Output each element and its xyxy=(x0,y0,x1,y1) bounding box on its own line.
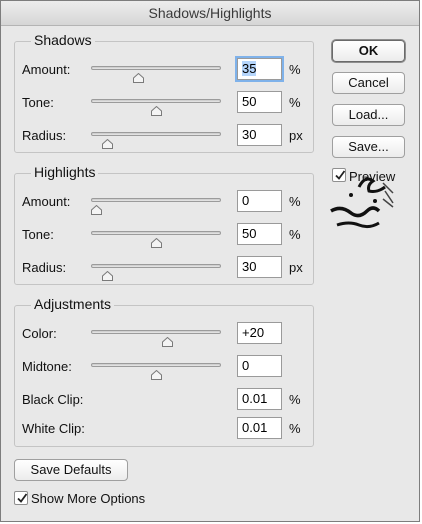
midtone-slider-thumb[interactable] xyxy=(150,367,162,380)
slider-thumb-icon xyxy=(91,204,102,215)
color-slider-thumb[interactable] xyxy=(162,334,174,347)
highlights-tone-field[interactable]: 50 xyxy=(237,223,282,245)
shadows-radius-field[interactable]: 30 xyxy=(237,124,282,146)
highlights-amount-slider-thumb[interactable] xyxy=(91,202,102,215)
slider-thumb-icon xyxy=(150,105,162,116)
save-button[interactable]: Save... xyxy=(332,136,405,158)
ok-button[interactable]: OK xyxy=(332,40,405,62)
shadows-amount-slider-thumb[interactable] xyxy=(132,70,144,83)
slider-thumb-icon xyxy=(132,72,144,83)
color-field[interactable]: +20 xyxy=(237,322,282,344)
shadows-radius-slider-thumb[interactable] xyxy=(101,136,113,149)
highlights-amount-slider-track[interactable] xyxy=(91,198,221,202)
black-clip-label: Black Clip: xyxy=(22,392,84,407)
white-clip-label: White Clip: xyxy=(22,421,85,436)
highlights-tone-label: Tone: xyxy=(22,227,54,242)
dialog-title: Shadows/Highlights xyxy=(1,1,419,26)
shadows-highlights-dialog: Shadows/Highlights Shadows Amount: 35 % … xyxy=(0,0,420,522)
slider-thumb-icon xyxy=(150,237,162,248)
watermark-logo xyxy=(323,169,399,239)
show-more-options-checkbox[interactable] xyxy=(14,491,28,505)
midtone-label: Midtone: xyxy=(22,359,72,374)
slider-thumb-icon xyxy=(101,138,113,149)
shadows-tone-label: Tone: xyxy=(22,95,54,110)
adjustments-group-title: Adjustments xyxy=(31,296,115,312)
highlights-radius-unit: px xyxy=(289,260,303,275)
shadows-group-title: Shadows xyxy=(31,32,95,48)
highlights-amount-field[interactable]: 0 xyxy=(237,190,282,212)
black-clip-unit: % xyxy=(289,392,301,407)
shadows-radius-label: Radius: xyxy=(22,128,67,143)
color-label: Color: xyxy=(22,326,57,341)
shadows-tone-unit: % xyxy=(289,95,301,110)
cancel-button[interactable]: Cancel xyxy=(332,72,405,94)
white-clip-field[interactable]: 0.01 xyxy=(237,417,282,439)
slider-thumb-icon xyxy=(101,270,113,281)
show-more-options-label[interactable]: Show More Options xyxy=(31,491,145,506)
shadows-amount-field[interactable]: 35 xyxy=(237,58,282,80)
shadows-amount-slider-track[interactable] xyxy=(91,66,221,70)
highlights-tone-unit: % xyxy=(289,227,301,242)
highlights-radius-field[interactable]: 30 xyxy=(237,256,282,278)
highlights-amount-unit: % xyxy=(289,194,301,209)
highlights-tone-slider-thumb[interactable] xyxy=(150,235,162,248)
shadows-amount-value: 35 xyxy=(242,61,257,76)
highlights-radius-label: Radius: xyxy=(22,260,67,275)
midtone-field[interactable]: 0 xyxy=(237,355,282,377)
highlights-radius-slider-thumb[interactable] xyxy=(101,268,113,281)
highlights-amount-label: Amount: xyxy=(22,194,71,209)
slider-thumb-icon xyxy=(162,336,174,347)
white-clip-unit: % xyxy=(289,421,301,436)
shadows-amount-label: Amount: xyxy=(22,62,71,77)
shadows-tone-slider-thumb[interactable] xyxy=(150,103,162,116)
load-button[interactable]: Load... xyxy=(332,104,405,126)
save-defaults-button[interactable]: Save Defaults xyxy=(14,459,128,481)
black-clip-field[interactable]: 0.01 xyxy=(237,388,282,410)
shadows-tone-field[interactable]: 50 xyxy=(237,91,282,113)
checkmark-icon xyxy=(17,493,28,503)
color-slider-track[interactable] xyxy=(91,330,221,334)
highlights-group-title: Highlights xyxy=(31,164,99,180)
shadows-radius-unit: px xyxy=(289,128,303,143)
slider-thumb-icon xyxy=(150,369,162,380)
shadows-amount-unit: % xyxy=(289,62,301,77)
